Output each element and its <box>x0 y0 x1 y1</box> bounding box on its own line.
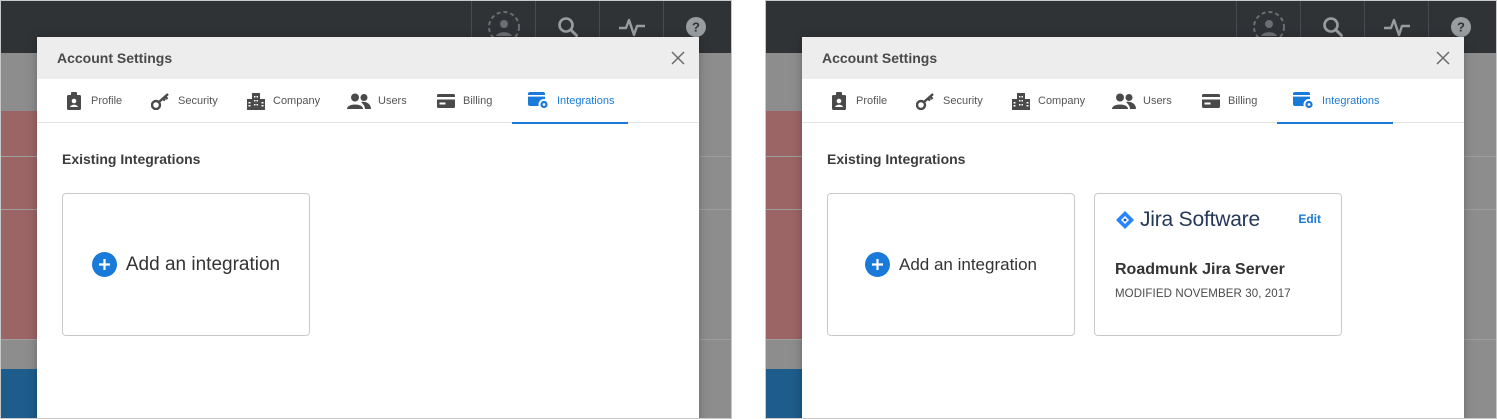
tab-integrations[interactable]: Integrations <box>511 79 630 124</box>
tab-company[interactable]: Company <box>1011 79 1085 123</box>
section-title: Existing Integrations <box>62 151 201 167</box>
tab-users[interactable]: Users <box>1112 79 1172 123</box>
jira-icon <box>1116 211 1134 229</box>
background-red-bar <box>766 111 806 339</box>
background-blue-bar <box>766 369 806 418</box>
add-integration-card[interactable]: Add an integration <box>827 193 1075 336</box>
screen-before: ? Account Settings Profile Security Comp… <box>0 0 732 419</box>
edit-integration-link[interactable]: Edit <box>1298 212 1321 226</box>
svg-text:?: ? <box>1457 20 1465 35</box>
add-integration-label: Add an integration <box>899 254 1037 274</box>
tab-label: Users <box>1143 95 1172 107</box>
add-integration-card[interactable]: Add an integration <box>62 193 310 336</box>
tab-label: Profile <box>91 95 123 107</box>
tab-company[interactable]: Company <box>246 79 320 123</box>
tab-integrations[interactable]: Integrations <box>1276 79 1395 124</box>
add-integration-label: Add an integration <box>125 253 281 275</box>
tab-label: Billing <box>463 95 493 107</box>
tab-label: Security <box>178 95 218 107</box>
modal-title: Account Settings <box>57 50 173 66</box>
close-button[interactable] <box>669 49 687 67</box>
key-icon <box>151 92 171 110</box>
billing-icon <box>1201 92 1221 110</box>
close-icon <box>1436 51 1450 65</box>
tab-label: Users <box>378 95 407 107</box>
tab-label: Company <box>273 95 321 107</box>
tab-security[interactable]: Security <box>916 79 983 123</box>
tab-label: Security <box>943 95 983 107</box>
tab-label: Integrations <box>1322 95 1380 107</box>
integrations-icon <box>528 92 550 110</box>
tab-billing[interactable]: Billing <box>1201 79 1257 123</box>
tab-label: Billing <box>1228 95 1258 107</box>
key-icon <box>916 92 936 110</box>
close-button[interactable] <box>1434 49 1452 67</box>
integration-card-header: Jira Software Edit <box>1115 208 1321 232</box>
billing-icon <box>436 92 456 110</box>
settings-tabs: Profile Security Company Users Billing I… <box>802 79 1464 124</box>
settings-tabs: Profile Security Company Users Billing I… <box>37 79 699 124</box>
tab-billing[interactable]: Billing <box>436 79 492 123</box>
close-icon <box>671 51 685 65</box>
integration-modified-date: MODIFIED NOVEMBER 30, 2017 <box>1115 288 1291 300</box>
tab-security[interactable]: Security <box>151 79 218 123</box>
modal-header: Account Settings <box>37 37 699 79</box>
users-icon <box>1112 92 1136 110</box>
users-icon <box>347 92 371 110</box>
modal-title: Account Settings <box>822 50 938 66</box>
tab-label: Profile <box>856 95 888 107</box>
modal-header: Account Settings <box>802 37 1464 79</box>
screen-after: ? Account Settings Profile Security Comp… <box>765 0 1497 419</box>
profile-icon <box>829 92 849 110</box>
account-settings-modal: Account Settings Profile Security Compan… <box>802 37 1464 418</box>
tab-label: Company <box>1038 95 1086 107</box>
jira-software-logo: Jira Software <box>1115 208 1260 232</box>
section-title: Existing Integrations <box>827 151 966 167</box>
background-blue-bar <box>1 369 41 418</box>
svg-text:?: ? <box>692 20 700 35</box>
plus-icon <box>91 252 117 277</box>
account-settings-modal: Account Settings Profile Security Compan… <box>37 37 699 418</box>
profile-icon <box>64 92 84 110</box>
integration-card-jira[interactable]: Jira Software Edit Roadmunk Jira Server … <box>1094 193 1342 336</box>
jira-brand-text: Jira Software <box>1140 208 1260 231</box>
tab-users[interactable]: Users <box>347 79 407 123</box>
tab-profile[interactable]: Profile <box>64 79 122 123</box>
building-icon <box>1011 92 1031 110</box>
plus-icon <box>865 252 890 277</box>
tab-label: Integrations <box>557 95 615 107</box>
building-icon <box>246 92 266 110</box>
integration-name: Roadmunk Jira Server <box>1115 261 1285 278</box>
integrations-icon <box>1293 92 1315 110</box>
background-red-bar <box>1 111 41 339</box>
tab-profile[interactable]: Profile <box>829 79 887 123</box>
